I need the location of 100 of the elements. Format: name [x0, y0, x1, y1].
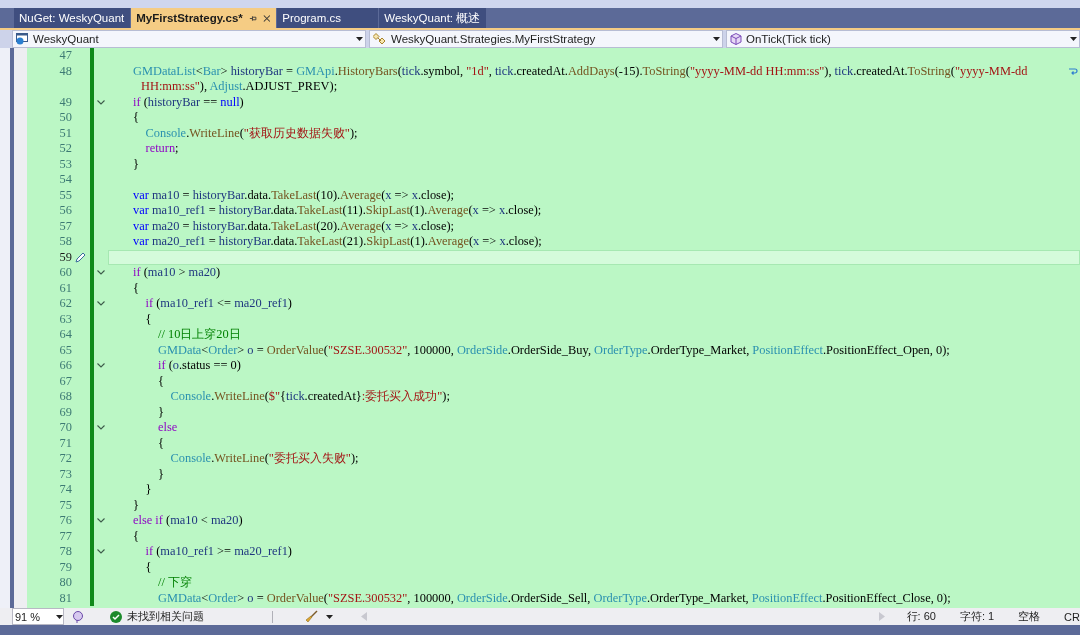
- code-line: GMData<Order> o = OrderValue("SZSE.300532", 100000, OrderSide.OrderSide_Sell, OrderType.OrderType_Market, PositionEffect.PositionEffect_Close, 0);: [157, 590, 952, 606]
- line-number: 48: [58, 63, 72, 79]
- line-number: 71: [58, 435, 72, 451]
- fold-chevron-icon[interactable]: [97, 270, 105, 276]
- dropdown-caret-icon: [56, 614, 63, 619]
- code-line: if (ma10_ref1 >= ma20_ref1): [144, 544, 293, 560]
- code-line: }: [157, 466, 165, 482]
- broom-icon[interactable]: [305, 610, 318, 623]
- line-number: 74: [58, 482, 72, 498]
- line-number: 69: [58, 404, 72, 420]
- line-number: 78: [58, 544, 72, 560]
- pin-icon[interactable]: [248, 13, 257, 23]
- indent-mode[interactable]: 空格: [1018, 609, 1041, 624]
- line-number: 50: [58, 110, 72, 126]
- cube-icon: [730, 33, 742, 45]
- line-number: 77: [58, 528, 72, 544]
- code-line: }: [144, 482, 153, 498]
- line-number: 73: [58, 466, 72, 482]
- code-line: else if (ma10 < ma20): [132, 513, 244, 529]
- code-line: Console.WriteLine("委托买入失败");: [169, 451, 360, 467]
- code-line: {: [144, 311, 153, 327]
- code-line: {: [157, 435, 165, 451]
- code-line: if (ma10 > ma20): [132, 265, 222, 281]
- code-line: }: [132, 156, 140, 172]
- line-number: 58: [58, 234, 72, 250]
- line-number: 72: [58, 451, 72, 467]
- dropdown-caret-icon: [1070, 37, 1077, 41]
- code-line: {: [157, 373, 165, 389]
- check-circle-icon: [110, 610, 122, 623]
- type-dropdown[interactable]: WeskyQuant.Strategies.MyFirstStrategy: [369, 30, 723, 48]
- code-line: Console.WriteLine($"{tick.createdAt}:委托买入成功");: [169, 389, 451, 405]
- close-icon[interactable]: [262, 13, 271, 23]
- code-line: var ma10_ref1 = historyBar.data.TakeLast(11).SkipLast(1).Average(x => x.close);: [132, 203, 543, 219]
- line-number: 67: [58, 373, 72, 389]
- code-line: Console.WriteLine("获取历史数据失败");: [144, 125, 359, 141]
- fold-chevron-icon[interactable]: [97, 301, 105, 307]
- line-number: 62: [58, 296, 72, 312]
- code-line: HH:mm:ss"), Adjust.ADJUST_PREV);: [140, 79, 339, 95]
- code-line: else: [157, 420, 179, 436]
- document-tab[interactable]: Program.cs: [277, 8, 379, 28]
- line-number: 68: [58, 389, 72, 405]
- project-dropdown[interactable]: WeskyQuant: [12, 30, 366, 48]
- word-wrap-icon: [1069, 67, 1078, 76]
- line-number: 49: [58, 94, 72, 110]
- fold-chevron-icon[interactable]: [97, 425, 105, 431]
- zoom-dropdown[interactable]: 91 %: [12, 608, 64, 625]
- class-icon: [373, 33, 387, 45]
- line-number: 66: [58, 358, 72, 374]
- line-number: 81: [58, 590, 72, 606]
- line-number: 63: [58, 311, 72, 327]
- dropdown-caret-icon: [713, 37, 720, 41]
- document-tab[interactable]: NuGet: WeskyQuant: [14, 8, 131, 28]
- line-number: 47: [58, 48, 72, 64]
- line-number: 65: [58, 342, 72, 358]
- code-line: {: [132, 280, 140, 296]
- code-line: var ma20_ref1 = historyBar.data.TakeLast(21).SkipLast(1).Average(x => x.close);: [132, 234, 543, 250]
- code-line: }: [157, 404, 165, 420]
- code-line: // 下穿: [157, 575, 193, 591]
- project-icon: [16, 33, 29, 45]
- line-number: 80: [58, 575, 72, 591]
- line-number: 53: [58, 156, 72, 172]
- line-number: 55: [58, 187, 72, 203]
- member-dropdown[interactable]: OnTick(Tick tick): [726, 30, 1080, 48]
- dropdown-caret-icon: [326, 614, 333, 619]
- line-number: 57: [58, 218, 72, 234]
- column-position: 字符: 1: [959, 609, 995, 624]
- line-number: 59: [58, 249, 72, 265]
- line-number: 54: [58, 172, 72, 188]
- code-line: if (historyBar == null): [132, 94, 245, 110]
- code-line: }: [132, 497, 140, 513]
- code-line: if (ma10_ref1 <= ma20_ref1): [144, 296, 293, 312]
- line-ending[interactable]: CR: [1064, 610, 1080, 623]
- fold-chevron-icon[interactable]: [97, 99, 105, 105]
- line-number: 51: [58, 125, 72, 141]
- code-line: {: [144, 559, 153, 575]
- line-number: 75: [58, 497, 72, 513]
- code-line: var ma20 = historyBar.data.TakeLast(20).Average(x => x.close);: [132, 218, 455, 234]
- code-line: {: [132, 528, 140, 544]
- pencil-icon: [74, 251, 86, 263]
- code-line: GMData<Order> o = OrderValue("SZSE.300532", 100000, OrderSide.OrderSide_Buy, OrderType.OrderType_Market, PositionEffect.PositionEffect_Open, 0);: [157, 342, 951, 358]
- issues-status[interactable]: 未找到相关问题: [127, 609, 204, 624]
- dropdown-caret-icon: [356, 37, 363, 41]
- line-number: 60: [58, 265, 72, 281]
- line-number: 76: [58, 513, 72, 529]
- code-line: // 10日上穿20日: [157, 327, 242, 343]
- line-position: 行: 60: [906, 609, 936, 624]
- fold-chevron-icon[interactable]: [97, 518, 105, 524]
- line-number: 64: [58, 327, 72, 343]
- line-number: 56: [58, 203, 72, 219]
- code-line: var ma10 = historyBar.data.TakeLast(10).Average(x => x.close);: [132, 187, 455, 203]
- code-line: if (o.status == 0): [157, 358, 242, 374]
- document-tab[interactable]: MyFirstStrategy.cs*: [131, 8, 277, 28]
- line-number: 61: [58, 280, 72, 296]
- fold-chevron-icon[interactable]: [97, 363, 105, 369]
- code-line: GMDataList<Bar> historyBar = GMApi.HistoryBars(tick.symbol, "1d", tick.createdAt.AddDays(-15).ToString("yyyy-MM-dd HH:mm:ss"), tick.createdAt.ToString("yyyy-MM-dd: [108, 63, 1080, 79]
- fold-chevron-icon[interactable]: [97, 549, 105, 555]
- line-number: 79: [58, 559, 72, 575]
- document-tab[interactable]: WeskyQuant: 概述: [379, 8, 487, 28]
- line-number: 52: [58, 141, 72, 157]
- code-line: {: [132, 110, 140, 126]
